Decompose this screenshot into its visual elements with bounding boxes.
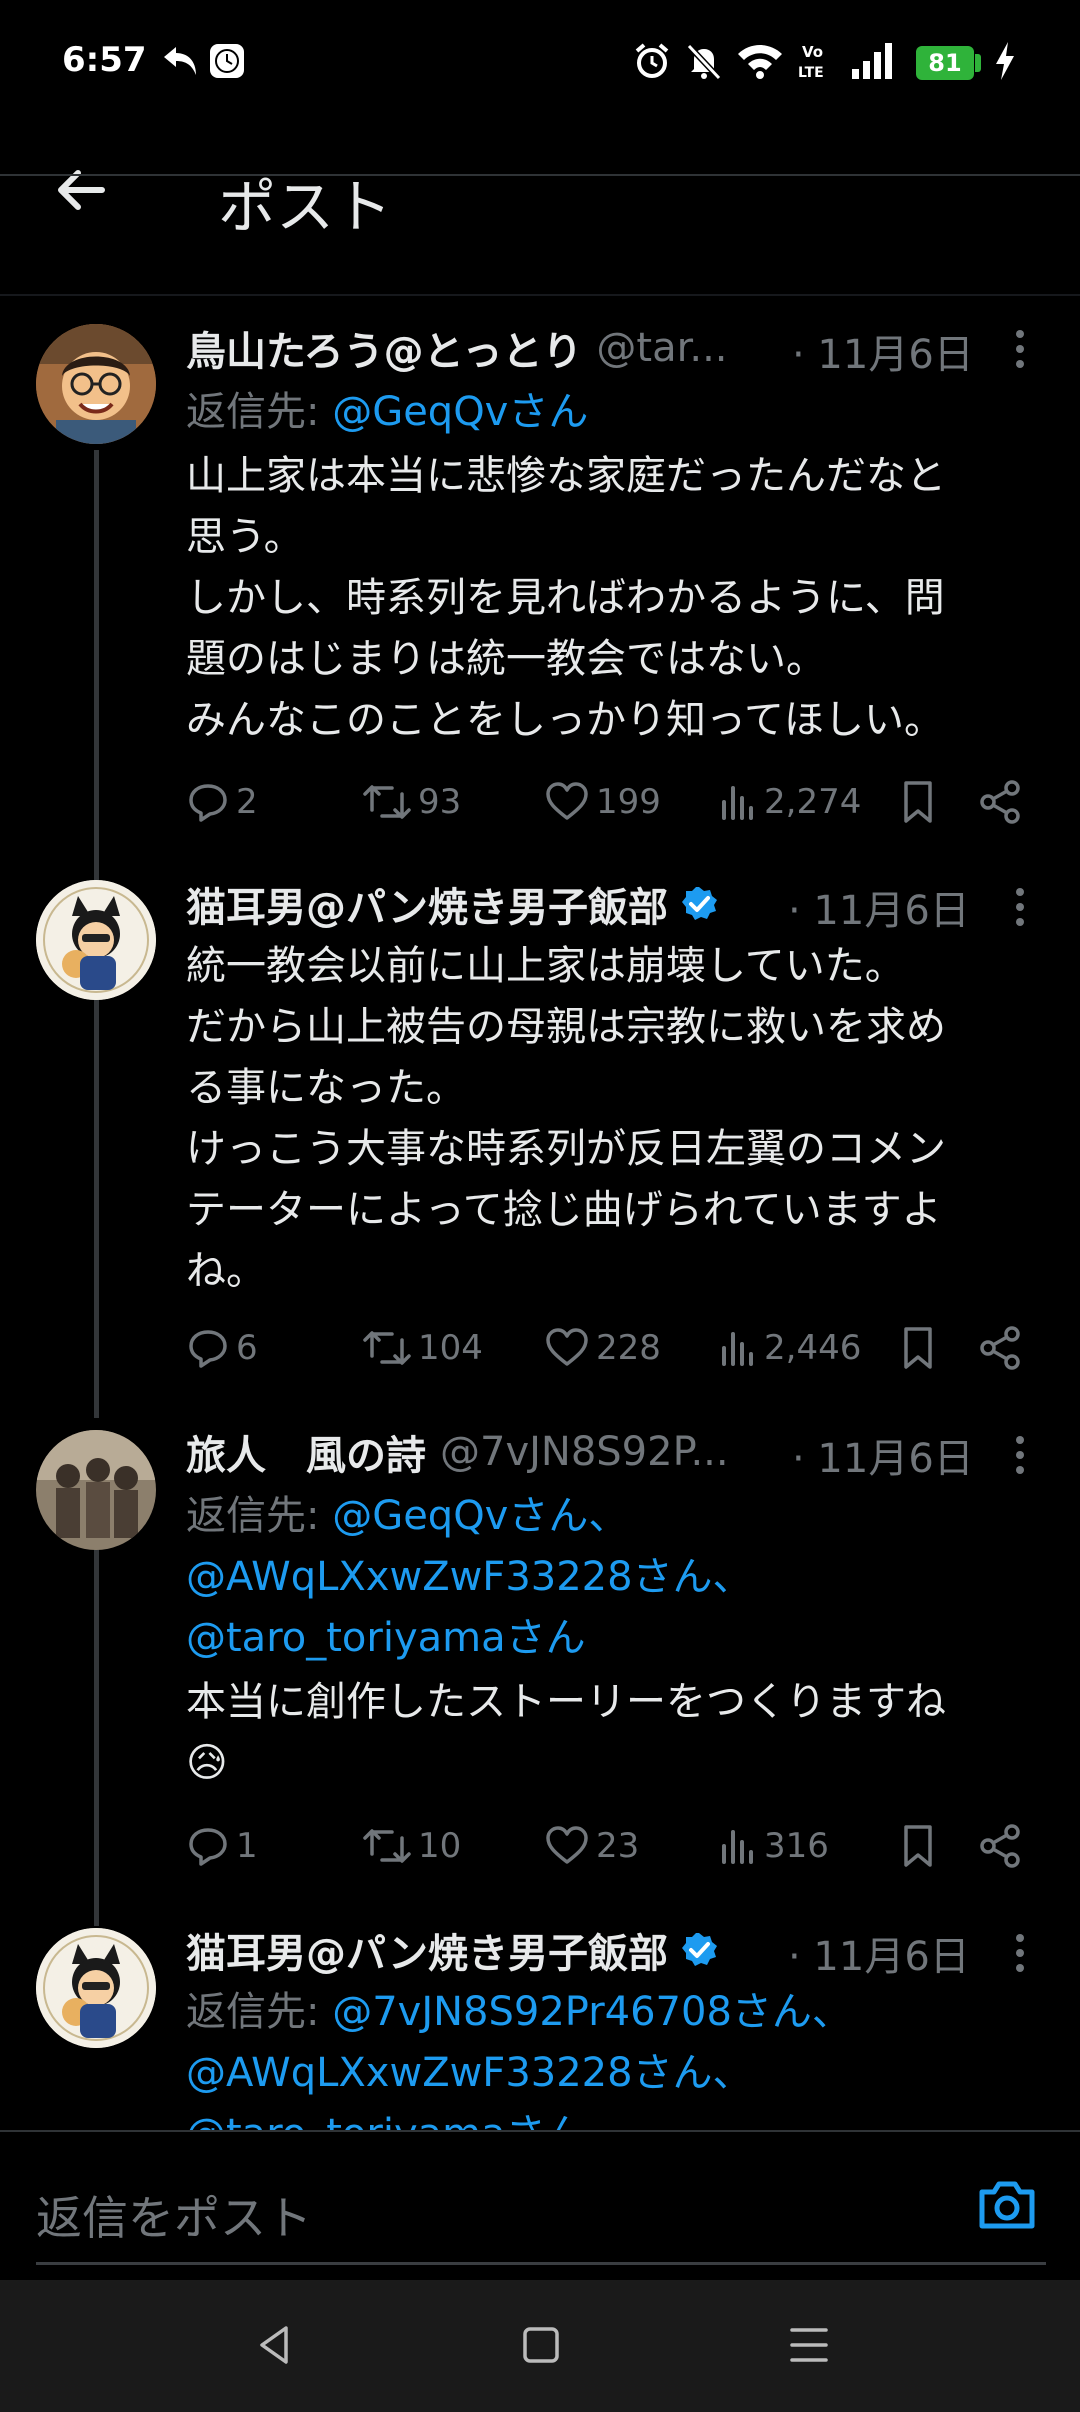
post-date[interactable]: · 11月6日: [788, 1924, 970, 1982]
reply-to-link[interactable]: @7vJN8S92Pr46708さん、: [332, 1989, 852, 2035]
reply-to-link[interactable]: @AWqLXxwZwF33228さん、: [186, 2050, 753, 2096]
reply-bar-divider: [0, 2130, 1080, 2132]
nav-menu-icon[interactable]: [784, 2320, 834, 2370]
nav-back-icon[interactable]: [250, 2320, 300, 2370]
avatar[interactable]: [36, 1928, 156, 2048]
reply-to-line: 返信先: @7vJN8S92Pr46708さん、 @AWqLXxwZwF3322…: [186, 1982, 1046, 2130]
reply-input-underline: [36, 2262, 1046, 2265]
reply-to-label: 返信先:: [186, 1989, 333, 2035]
display-name[interactable]: 猫耳男@パン焼き男子飯部: [186, 1922, 668, 1978]
verified-badge-icon: [680, 1931, 718, 1969]
reply-input[interactable]: 返信をポスト: [36, 2182, 312, 2248]
nav-home-icon[interactable]: [516, 2320, 566, 2370]
more-options-icon[interactable]: [1008, 1928, 1032, 1978]
reply-to-link[interactable]: @taro_toriyamaさん: [186, 2111, 586, 2130]
camera-icon[interactable]: [976, 2174, 1038, 2236]
post-item[interactable]: 猫耳男@パン焼き男子飯部 · 11月6日 返信先: @7vJN8S92Pr467…: [0, 0, 1080, 2130]
reply-composer-bar: 返信をポスト: [0, 2130, 1080, 2280]
system-navigation-bar: [0, 2280, 1080, 2412]
